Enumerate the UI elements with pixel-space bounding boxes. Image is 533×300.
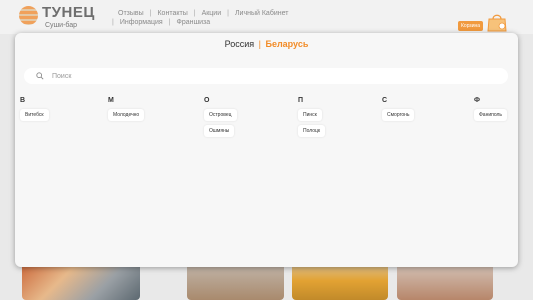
city-search-input[interactable]: [52, 69, 492, 83]
group-letter: Ф: [474, 97, 480, 104]
nav-divider: |: [193, 10, 196, 17]
city-option-oshmyany[interactable]: Ошмяны: [204, 125, 235, 137]
nav-row-2: | Информация | Франшиза: [112, 18, 348, 27]
nav-link-info[interactable]: Информация: [120, 19, 163, 26]
tab-divider: |: [258, 39, 261, 49]
group-letter: С: [382, 97, 388, 104]
city-search-box: [24, 68, 508, 84]
city-select-modal: Россия | Беларусь В Витебск М Молодечно …: [15, 33, 518, 267]
group-letter: П: [298, 97, 304, 104]
city-group-m: М Молодечно: [108, 97, 145, 125]
group-letter: М: [108, 97, 114, 104]
main-nav: Отзывы | Контакты | Акции | Личный Кабинет | Ин…: [112, 9, 348, 27]
logo-fish-icon: [19, 6, 38, 25]
logo[interactable]: ТУНЕЦ Суши-бар: [19, 4, 95, 32]
nav-row-1: Отзывы | Контакты | Акции | Личный Кабинет: [118, 9, 348, 18]
group-letter: О: [204, 97, 210, 104]
city-option-fanipol[interactable]: Фаниполь: [474, 109, 508, 121]
search-icon: [36, 72, 44, 80]
group-letter: В: [20, 97, 26, 104]
country-tabs: Россия | Беларусь: [15, 39, 518, 49]
city-option-smorgon[interactable]: Сморгонь: [382, 109, 415, 121]
nav-link-reviews[interactable]: Отзывы: [118, 10, 144, 17]
city-group-s: С Сморгонь: [382, 97, 415, 125]
nav-link-contacts[interactable]: Контакты: [157, 10, 187, 17]
city-option-molodechno[interactable]: Молодечно: [108, 109, 145, 121]
nav-divider: |: [168, 19, 171, 26]
tab-belarus[interactable]: Беларусь: [265, 39, 308, 49]
city-option-polotsk[interactable]: Полоцк: [298, 125, 326, 137]
city-option-ostrovets[interactable]: Островец: [204, 109, 237, 121]
nav-divider: |: [149, 10, 152, 17]
nav-link-promos[interactable]: Акции: [202, 10, 222, 17]
nav-divider: |: [112, 19, 114, 26]
nav-link-franchise[interactable]: Франшиза: [177, 19, 211, 26]
city-group-o: О Островец Ошмяны: [204, 97, 237, 141]
tab-russia[interactable]: Россия: [225, 39, 255, 49]
city-option-pinsk[interactable]: Пинск: [298, 109, 322, 121]
city-group-v: В Витебск: [20, 97, 49, 125]
site-header: ТУНЕЦ Суши-бар Отзывы | Контакты | Акции | Лич…: [0, 0, 533, 34]
city-group-f: Ф Фаниполь: [474, 97, 508, 125]
shopping-bag-icon: [487, 14, 507, 32]
city-group-p: П Пинск Полоцк: [298, 97, 326, 141]
nav-divider: |: [227, 10, 229, 17]
nav-link-account[interactable]: Личный Кабинет: [235, 10, 289, 17]
logo-name: ТУНЕЦ: [42, 4, 95, 21]
basket-button[interactable]: Корзина: [458, 12, 512, 32]
basket-label: Корзина: [458, 21, 484, 31]
logo-subtitle: Суши-бар: [45, 22, 78, 29]
city-option-vitebsk[interactable]: Витебск: [20, 109, 49, 121]
